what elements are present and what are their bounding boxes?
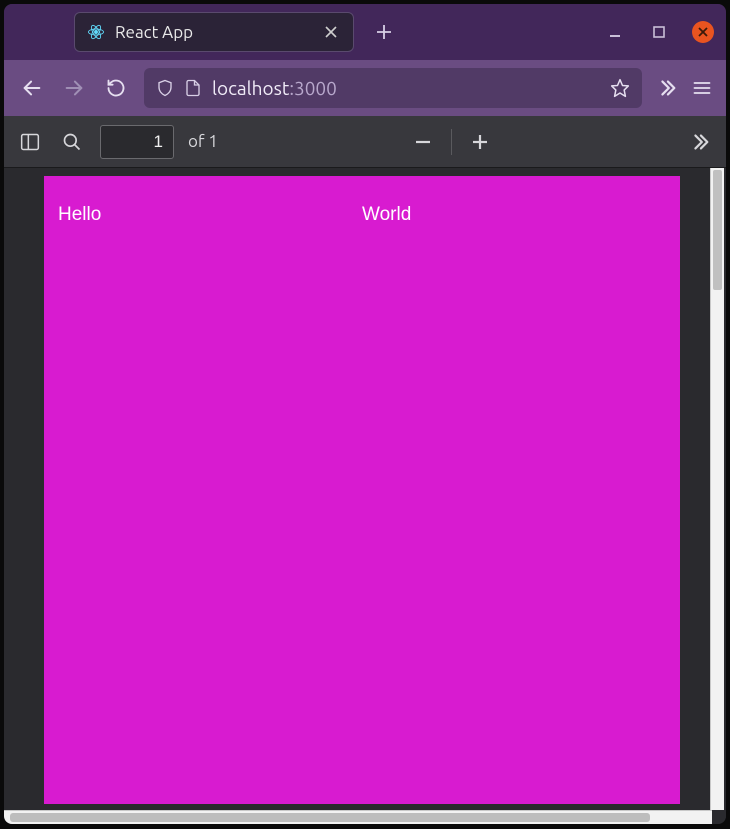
search-icon[interactable] (58, 128, 86, 156)
page-number-input[interactable] (100, 125, 174, 159)
zoom-in-button[interactable] (466, 128, 494, 156)
tab-bar: React App (4, 4, 726, 60)
sidebar-toggle-icon[interactable] (16, 128, 44, 156)
document-column-right: World (362, 204, 666, 776)
maximize-window-button[interactable] (648, 21, 670, 43)
close-window-button[interactable] (692, 21, 714, 43)
back-button[interactable] (18, 74, 46, 102)
browser-window: React App (4, 4, 726, 824)
react-logo-icon (87, 23, 105, 41)
url-bar[interactable]: localhost:3000 (144, 68, 642, 108)
document-column-left: Hello (58, 204, 362, 776)
page-count-label: of 1 (188, 132, 218, 151)
tab-title: React App (115, 23, 311, 42)
page-info-icon[interactable] (184, 78, 202, 98)
address-bar: localhost:3000 (4, 60, 726, 116)
browser-tab[interactable]: React App (74, 12, 354, 52)
url-text: localhost:3000 (212, 77, 600, 99)
pdf-viewport[interactable]: Hello World (4, 168, 726, 824)
forward-button[interactable] (60, 74, 88, 102)
tools-chevrons-icon[interactable] (686, 128, 714, 156)
vertical-scrollbar[interactable] (710, 168, 724, 810)
minimize-window-button[interactable] (604, 21, 626, 43)
pdf-viewer-toolbar: of 1 (4, 116, 726, 168)
close-tab-icon[interactable] (321, 24, 341, 40)
pdf-page: Hello World (44, 176, 680, 804)
window-controls (604, 21, 714, 43)
shield-icon[interactable] (156, 78, 174, 98)
new-tab-button[interactable] (376, 24, 392, 40)
menu-button[interactable] (692, 78, 712, 98)
overflow-chevrons-icon[interactable] (656, 77, 678, 99)
toolbar-separator (451, 129, 452, 155)
zoom-out-button[interactable] (409, 128, 437, 156)
horizontal-scrollbar[interactable] (4, 810, 712, 824)
bookmark-star-icon[interactable] (610, 78, 630, 98)
reload-button[interactable] (102, 74, 130, 102)
